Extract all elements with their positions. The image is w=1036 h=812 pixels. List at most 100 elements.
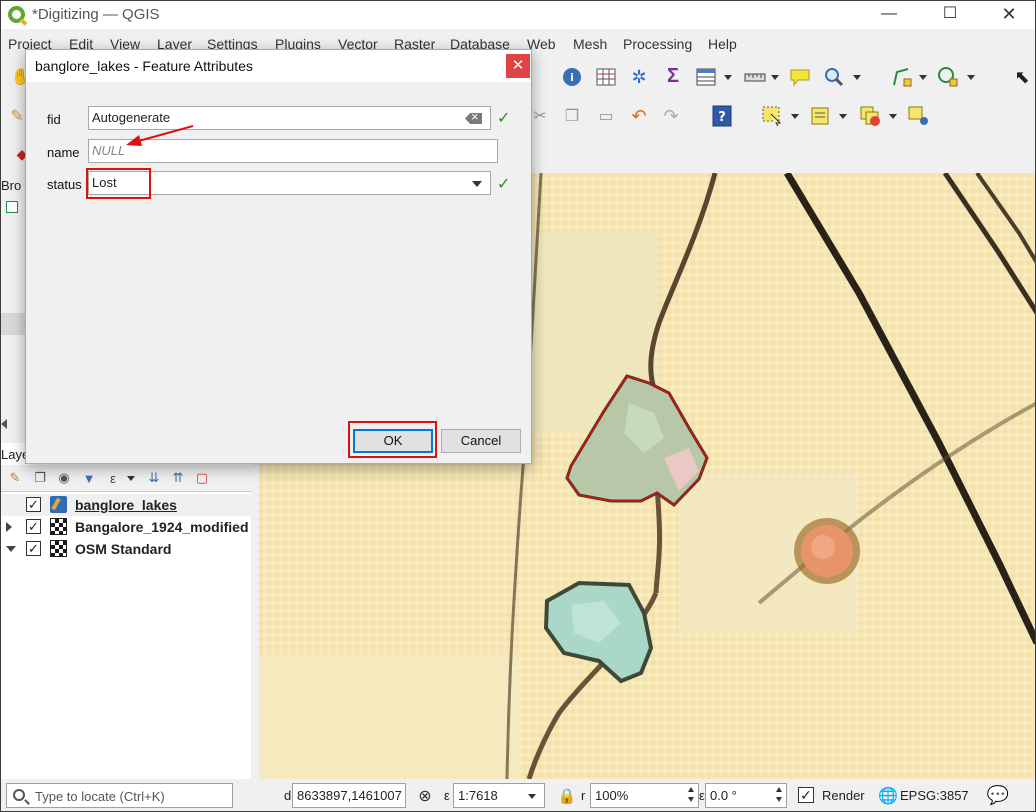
qgis-logo-icon [8, 6, 25, 23]
visibility-eye-icon[interactable]: ◉ [53, 467, 75, 489]
browser-panel: Bro [1, 173, 27, 443]
qgis-window: *Digitizing — QGIS — ☐ ✕ Project Edit Vi… [0, 0, 1036, 812]
ok-highlight-box [348, 421, 437, 458]
layer-name[interactable]: banglore_lakes [75, 497, 177, 513]
layer-visibility-checkbox[interactable]: ✓ [26, 541, 41, 556]
add-to-favorites-icon[interactable] [6, 201, 18, 213]
raster-layer-icon [50, 540, 67, 557]
zoom-search-dropdown-icon[interactable] [853, 66, 861, 88]
layer-name[interactable]: OSM Standard [75, 541, 171, 557]
dialog-close-button[interactable]: ✕ [506, 54, 530, 78]
layer-row-banglore-lakes[interactable]: ✓ banglore_lakes [1, 494, 251, 516]
style-layer-icon[interactable]: ✎ [4, 467, 26, 489]
digitize-shape-dropdown-icon[interactable] [919, 66, 927, 88]
select-location-icon[interactable] [907, 105, 929, 127]
settings-gear-icon[interactable]: ✲ [628, 66, 650, 88]
chevron-down-icon[interactable] [472, 181, 482, 187]
fid-valid-check-icon: ✓ [497, 110, 511, 127]
toggle-extents-icon[interactable]: ⊗ [414, 785, 436, 807]
layer-row-osm-standard[interactable]: ✓ OSM Standard [1, 538, 251, 560]
magnifier-spinbox[interactable]: 100% [590, 783, 699, 808]
digitize-shape-icon[interactable] [891, 66, 913, 88]
select-by-value-dropdown-icon[interactable] [839, 105, 847, 127]
layers-toolbar: ✎ ❐ ◉ ▼ ε ⇊ ⇈ ▢ [1, 465, 251, 491]
lock-scale-icon[interactable]: 🔒 [556, 785, 578, 807]
expand-all-icon[interactable]: ⇊ [143, 467, 165, 489]
layer-row-bangalore-1924[interactable]: ✓ Bangalore_1924_modified [1, 516, 251, 538]
render-label: Render [822, 788, 865, 803]
layer-tree: ✓ banglore_lakes ✓ Bangalore_1924_modifi… [1, 491, 251, 779]
status-bar: Type to locate (Ctrl+K) d 8633897,146100… [1, 779, 1035, 811]
messages-icon[interactable]: 💬 [987, 784, 1009, 806]
locator-search[interactable]: Type to locate (Ctrl+K) [6, 783, 233, 808]
scale-combobox[interactable]: 1:7618 [453, 783, 545, 808]
feature-attributes-dialog: banglore_lakes - Feature Attributes ✕ fi… [25, 49, 532, 464]
minimize-button[interactable]: — [866, 1, 912, 29]
vertex-tool-dropdown-icon[interactable] [967, 66, 975, 88]
add-group-icon[interactable]: ❐ [29, 467, 51, 489]
menu-help[interactable]: Help [708, 36, 737, 52]
vertex-tool-icon[interactable] [937, 66, 959, 88]
open-table-icon[interactable] [695, 66, 717, 88]
expand-arrow-icon[interactable] [6, 522, 12, 532]
layer-visibility-checkbox[interactable]: ✓ [26, 519, 41, 534]
measure-ruler-icon[interactable] [744, 66, 766, 88]
remove-layer-icon[interactable]: ▢ [191, 467, 213, 489]
scroll-left-icon[interactable] [1, 419, 7, 429]
scale-label: ε [444, 788, 450, 803]
collapse-arrow-icon[interactable] [6, 546, 16, 552]
menu-processing[interactable]: Processing [623, 36, 692, 52]
zoom-search-icon[interactable] [823, 66, 845, 88]
status-valid-check-icon: ✓ [497, 176, 511, 193]
rotation-spinbox[interactable]: 0.0 ° [705, 783, 787, 808]
measure-dropdown-icon[interactable] [771, 66, 779, 88]
raster-layer-icon [50, 518, 67, 535]
svg-text:?: ? [718, 110, 726, 125]
coordinate-label: d [284, 788, 292, 803]
redo-icon[interactable]: ↷ [660, 105, 682, 127]
search-icon [13, 789, 25, 801]
close-window-button[interactable]: ✕ [986, 1, 1032, 29]
coordinate-field[interactable]: 8633897,1461007 [292, 783, 406, 808]
locator-placeholder: Type to locate (Ctrl+K) [35, 789, 165, 804]
title-bar: *Digitizing — QGIS — ☐ ✕ [1, 1, 1035, 29]
clear-field-icon[interactable] [465, 113, 482, 124]
layer-name[interactable]: Bangalore_1924_modified [75, 519, 249, 535]
menu-mesh[interactable]: Mesh [573, 36, 607, 52]
dialog-title-bar: banglore_lakes - Feature Attributes ✕ [26, 50, 531, 82]
maximize-button[interactable]: ☐ [927, 1, 973, 29]
filter-expression-icon[interactable]: ε [102, 467, 124, 489]
annotation-arrow-icon [126, 125, 194, 146]
map-tips-icon[interactable] [789, 66, 811, 88]
filter-legend-icon[interactable]: ▼ [78, 467, 100, 489]
deselect-features-icon[interactable] [859, 105, 881, 127]
collapse-all-icon[interactable]: ⇈ [167, 467, 189, 489]
open-table-dropdown-icon[interactable] [724, 66, 732, 88]
copy-features-icon[interactable]: ❐ [561, 105, 583, 127]
svg-text:i: i [570, 71, 574, 84]
deselect-dropdown-icon[interactable] [889, 105, 897, 127]
filter-dropdown-icon[interactable] [127, 467, 135, 489]
identify-icon[interactable]: i [561, 66, 583, 88]
render-checkbox[interactable]: ✓ [798, 787, 814, 803]
cancel-button[interactable]: Cancel [441, 429, 521, 453]
status-label: status [47, 177, 82, 192]
help-contents-icon[interactable]: ? [711, 105, 733, 127]
magnifier-label: r [581, 788, 586, 803]
crs-label[interactable]: EPSG:3857 [900, 788, 969, 803]
name-label: name [47, 145, 80, 160]
select-features-dropdown-icon[interactable] [791, 105, 799, 127]
window-title: *Digitizing — QGIS [32, 6, 160, 23]
select-cursor-icon[interactable]: ⬉ [1011, 66, 1033, 88]
statistics-sigma-icon[interactable]: Σ [662, 65, 684, 87]
browser-selected-row[interactable] [1, 313, 27, 335]
attribute-table-icon[interactable] [595, 66, 617, 88]
select-features-icon[interactable] [761, 105, 783, 127]
cut-features-icon[interactable]: ✂ [529, 105, 551, 127]
select-by-value-icon[interactable] [809, 105, 831, 127]
browser-panel-title: Bro [1, 178, 22, 193]
layer-visibility-checkbox[interactable]: ✓ [26, 497, 41, 512]
undo-icon[interactable]: ↶ [628, 105, 650, 127]
crs-globe-icon[interactable]: 🌐 [877, 785, 899, 807]
paste-features-icon[interactable]: ▭ [595, 105, 617, 127]
